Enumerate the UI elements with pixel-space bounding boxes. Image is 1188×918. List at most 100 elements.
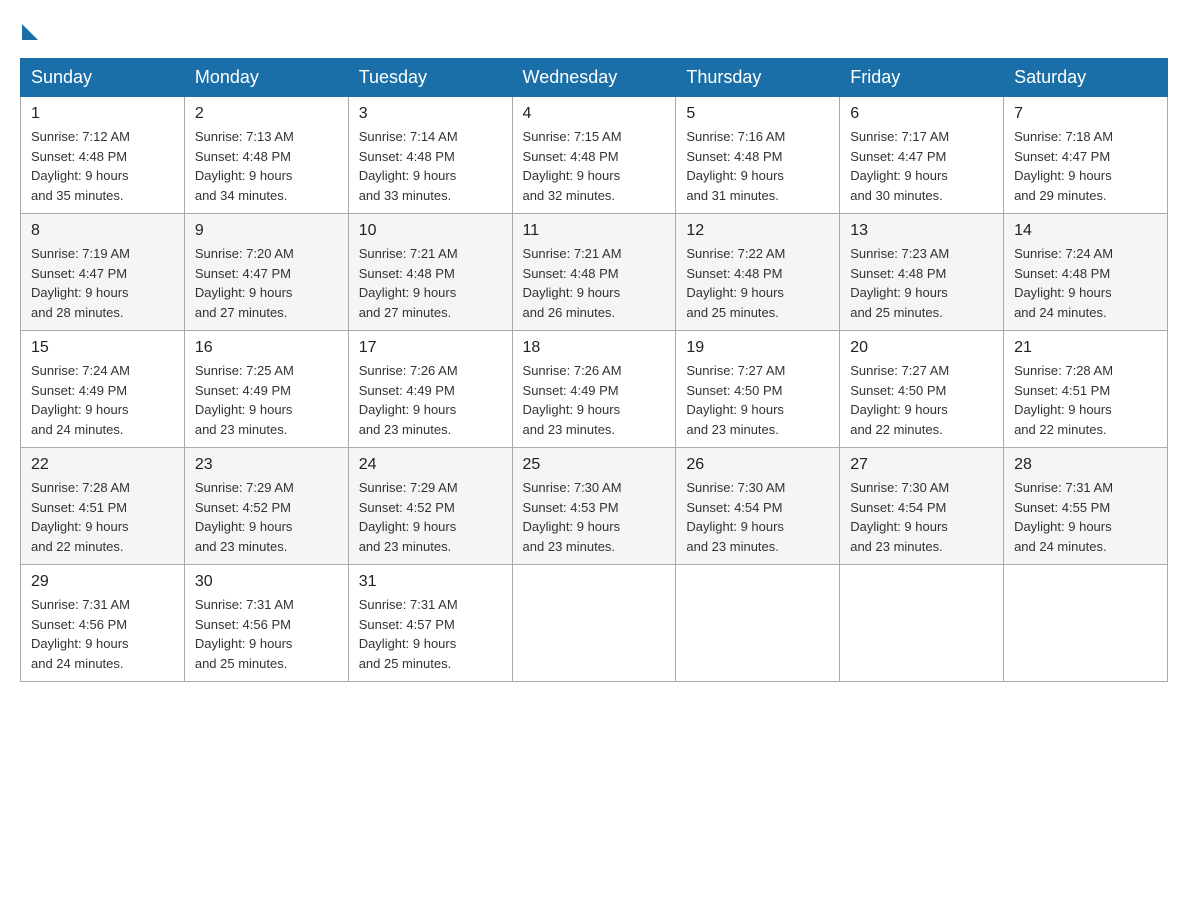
day-number: 1 [31,105,174,123]
daylight-minutes: and 22 minutes. [31,539,124,554]
day-number: 12 [686,222,829,240]
sunrise-label: Sunrise: 7:24 AM [31,363,130,378]
sunset-label: Sunset: 4:49 PM [31,383,127,398]
day-number: 31 [359,573,502,591]
week-row-5: 29 Sunrise: 7:31 AM Sunset: 4:56 PM Dayl… [21,565,1168,682]
sunrise-label: Sunrise: 7:26 AM [523,363,622,378]
day-info: Sunrise: 7:18 AM Sunset: 4:47 PM Dayligh… [1014,127,1157,205]
calendar-cell: 25 Sunrise: 7:30 AM Sunset: 4:53 PM Dayl… [512,448,676,565]
day-info: Sunrise: 7:31 AM Sunset: 4:56 PM Dayligh… [31,595,174,673]
day-number: 3 [359,105,502,123]
daylight-label: Daylight: 9 hours [31,168,129,183]
calendar-cell [512,565,676,682]
sunset-label: Sunset: 4:57 PM [359,617,455,632]
day-info: Sunrise: 7:12 AM Sunset: 4:48 PM Dayligh… [31,127,174,205]
daylight-label: Daylight: 9 hours [195,519,293,534]
sunrise-label: Sunrise: 7:13 AM [195,129,294,144]
day-number: 14 [1014,222,1157,240]
day-info: Sunrise: 7:25 AM Sunset: 4:49 PM Dayligh… [195,361,338,439]
sunrise-label: Sunrise: 7:29 AM [359,480,458,495]
daylight-minutes: and 23 minutes. [850,539,943,554]
week-row-2: 8 Sunrise: 7:19 AM Sunset: 4:47 PM Dayli… [21,214,1168,331]
day-number: 16 [195,339,338,357]
daylight-label: Daylight: 9 hours [31,402,129,417]
sunset-label: Sunset: 4:48 PM [686,149,782,164]
sunrise-label: Sunrise: 7:15 AM [523,129,622,144]
day-number: 23 [195,456,338,474]
day-info: Sunrise: 7:30 AM Sunset: 4:54 PM Dayligh… [850,478,993,556]
sunset-label: Sunset: 4:47 PM [31,266,127,281]
daylight-label: Daylight: 9 hours [1014,402,1112,417]
sunset-label: Sunset: 4:47 PM [1014,149,1110,164]
sunset-label: Sunset: 4:48 PM [686,266,782,281]
day-number: 25 [523,456,666,474]
daylight-label: Daylight: 9 hours [686,285,784,300]
day-info: Sunrise: 7:23 AM Sunset: 4:48 PM Dayligh… [850,244,993,322]
day-info: Sunrise: 7:13 AM Sunset: 4:48 PM Dayligh… [195,127,338,205]
calendar-cell: 30 Sunrise: 7:31 AM Sunset: 4:56 PM Dayl… [184,565,348,682]
sunset-label: Sunset: 4:48 PM [195,149,291,164]
daylight-minutes: and 26 minutes. [523,305,616,320]
sunset-label: Sunset: 4:54 PM [850,500,946,515]
sunset-label: Sunset: 4:49 PM [359,383,455,398]
daylight-minutes: and 23 minutes. [686,539,779,554]
sunset-label: Sunset: 4:47 PM [195,266,291,281]
daylight-minutes: and 23 minutes. [195,422,288,437]
calendar-cell: 19 Sunrise: 7:27 AM Sunset: 4:50 PM Dayl… [676,331,840,448]
day-number: 18 [523,339,666,357]
daylight-label: Daylight: 9 hours [195,168,293,183]
day-number: 6 [850,105,993,123]
daylight-label: Daylight: 9 hours [195,402,293,417]
day-info: Sunrise: 7:31 AM Sunset: 4:55 PM Dayligh… [1014,478,1157,556]
sunrise-label: Sunrise: 7:14 AM [359,129,458,144]
sunrise-label: Sunrise: 7:18 AM [1014,129,1113,144]
header-wednesday: Wednesday [512,59,676,97]
calendar-cell: 26 Sunrise: 7:30 AM Sunset: 4:54 PM Dayl… [676,448,840,565]
sunrise-label: Sunrise: 7:27 AM [850,363,949,378]
calendar-cell: 14 Sunrise: 7:24 AM Sunset: 4:48 PM Dayl… [1004,214,1168,331]
sunrise-label: Sunrise: 7:20 AM [195,246,294,261]
daylight-label: Daylight: 9 hours [1014,168,1112,183]
day-info: Sunrise: 7:21 AM Sunset: 4:48 PM Dayligh… [359,244,502,322]
day-info: Sunrise: 7:31 AM Sunset: 4:57 PM Dayligh… [359,595,502,673]
sunrise-label: Sunrise: 7:21 AM [523,246,622,261]
day-info: Sunrise: 7:14 AM Sunset: 4:48 PM Dayligh… [359,127,502,205]
header-thursday: Thursday [676,59,840,97]
sunset-label: Sunset: 4:55 PM [1014,500,1110,515]
daylight-minutes: and 25 minutes. [359,656,452,671]
calendar-cell: 21 Sunrise: 7:28 AM Sunset: 4:51 PM Dayl… [1004,331,1168,448]
daylight-label: Daylight: 9 hours [195,636,293,651]
daylight-minutes: and 22 minutes. [1014,422,1107,437]
sunset-label: Sunset: 4:49 PM [195,383,291,398]
sunrise-label: Sunrise: 7:22 AM [686,246,785,261]
sunrise-label: Sunrise: 7:24 AM [1014,246,1113,261]
daylight-minutes: and 23 minutes. [195,539,288,554]
sunset-label: Sunset: 4:52 PM [195,500,291,515]
calendar-cell: 20 Sunrise: 7:27 AM Sunset: 4:50 PM Dayl… [840,331,1004,448]
week-row-1: 1 Sunrise: 7:12 AM Sunset: 4:48 PM Dayli… [21,97,1168,214]
logo-arrow-icon [22,24,38,40]
calendar-cell: 8 Sunrise: 7:19 AM Sunset: 4:47 PM Dayli… [21,214,185,331]
day-number: 27 [850,456,993,474]
daylight-label: Daylight: 9 hours [359,402,457,417]
sunrise-label: Sunrise: 7:31 AM [359,597,458,612]
calendar-cell: 29 Sunrise: 7:31 AM Sunset: 4:56 PM Dayl… [21,565,185,682]
day-number: 8 [31,222,174,240]
daylight-label: Daylight: 9 hours [850,519,948,534]
daylight-minutes: and 34 minutes. [195,188,288,203]
daylight-label: Daylight: 9 hours [359,636,457,651]
header-friday: Friday [840,59,1004,97]
calendar-header-row: SundayMondayTuesdayWednesdayThursdayFrid… [21,59,1168,97]
daylight-label: Daylight: 9 hours [686,168,784,183]
day-number: 15 [31,339,174,357]
daylight-minutes: and 24 minutes. [31,656,124,671]
day-number: 26 [686,456,829,474]
day-number: 17 [359,339,502,357]
sunset-label: Sunset: 4:48 PM [850,266,946,281]
sunset-label: Sunset: 4:48 PM [523,149,619,164]
daylight-minutes: and 23 minutes. [359,539,452,554]
day-info: Sunrise: 7:28 AM Sunset: 4:51 PM Dayligh… [31,478,174,556]
calendar-cell: 16 Sunrise: 7:25 AM Sunset: 4:49 PM Dayl… [184,331,348,448]
daylight-minutes: and 23 minutes. [523,422,616,437]
daylight-minutes: and 33 minutes. [359,188,452,203]
